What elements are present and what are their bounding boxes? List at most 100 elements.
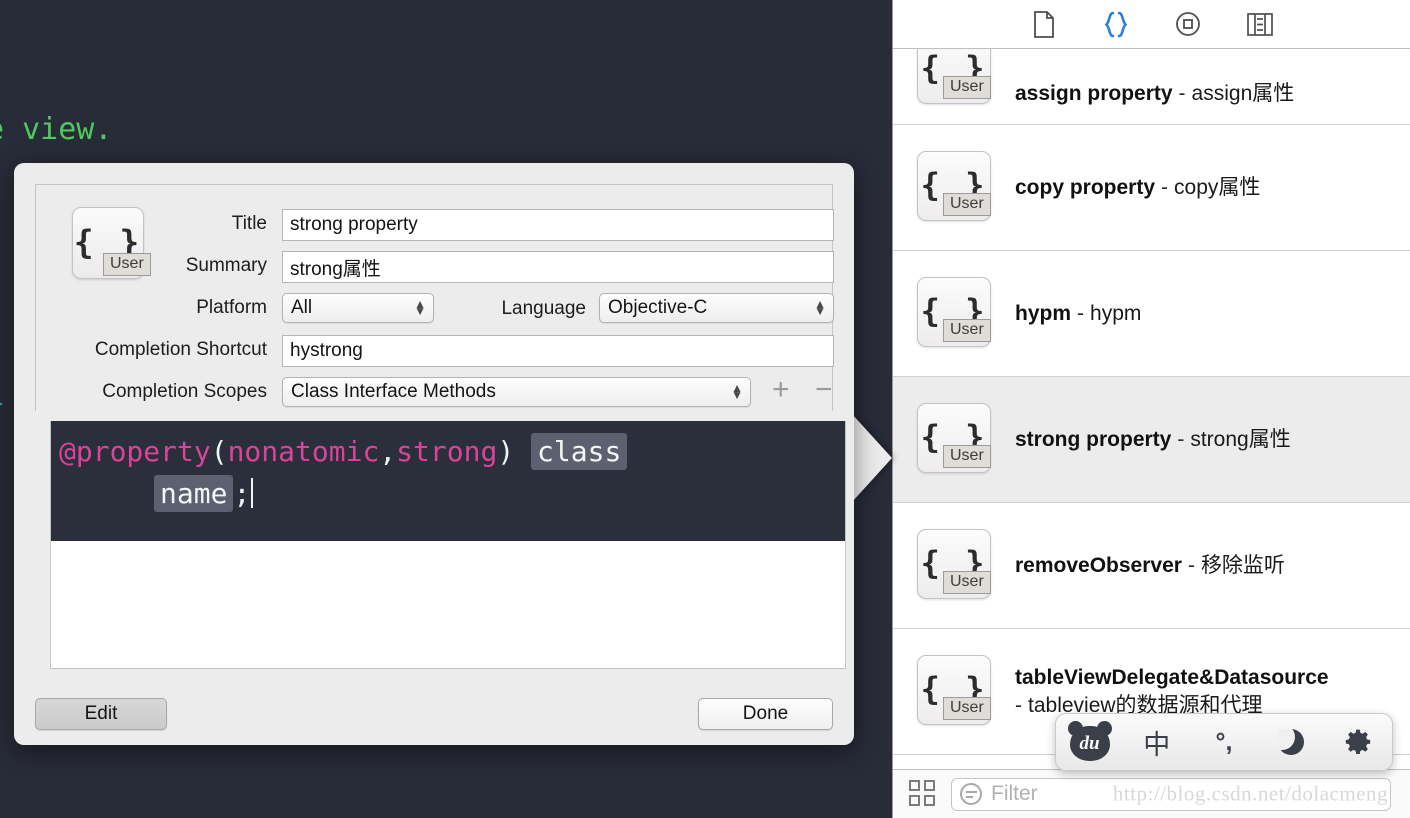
baidu-logo-icon[interactable]: du — [1056, 714, 1123, 770]
text-caret — [251, 478, 254, 508]
list-item[interactable]: { } User assign property - assign属性 — [893, 49, 1410, 125]
snippet-list[interactable]: { } User assign property - assign属性 { } Us… — [893, 49, 1410, 769]
code-line-1: @property(nonatomic,strong) class — [59, 431, 845, 473]
ime-mode-label: 中 — [1143, 729, 1171, 760]
list-item-text: hypm - hypm — [1015, 300, 1141, 328]
completion-shortcut-label: Completion Shortcut — [94, 339, 267, 360]
popover-arrow — [852, 414, 892, 502]
completion-shortcut-input[interactable]: hystrong — [282, 335, 834, 367]
list-item-text: strong property - strong属性 — [1015, 426, 1291, 454]
snippet-form-panel: { } User Title strong property Summary s… — [35, 184, 834, 411]
platform-label: Platform — [196, 297, 267, 318]
snippet-icon: { } User — [917, 49, 995, 108]
list-item-title: hypm — [1015, 301, 1072, 325]
list-item-separator: - — [1187, 553, 1195, 577]
chevron-updown-icon: ▲ ▼ — [814, 297, 826, 318]
list-item-separator: - — [1177, 427, 1185, 451]
library-toolbar — [893, 0, 1410, 49]
file-icon[interactable] — [1027, 8, 1061, 40]
list-item-desc: strong属性 — [1190, 427, 1291, 451]
ime-punctuation-label: °, — [1215, 727, 1233, 756]
storyboard-icon[interactable] — [1243, 8, 1277, 40]
list-item-text: removeObserver - 移除监听 — [1015, 552, 1285, 580]
list-item-desc: 移除监听 — [1200, 553, 1285, 577]
list-item-title: assign property — [1015, 82, 1173, 106]
list-item-separator: - — [1077, 301, 1085, 325]
editor-code-fragment-2: o — [0, 322, 2, 357]
user-badge: User — [943, 444, 991, 468]
moon-icon[interactable] — [1258, 714, 1325, 770]
editor-code-fragment-1: e view. — [0, 112, 113, 147]
language-label: Language — [501, 298, 586, 319]
user-badge: User — [943, 696, 991, 720]
filter-icon — [960, 783, 982, 805]
list-item-title: copy property — [1015, 175, 1156, 199]
remove-scope-button[interactable]: − — [815, 375, 833, 405]
snippet-code-preview[interactable]: @property(nonatomic,strong) class name; — [50, 421, 846, 541]
editor-code-fragment-3: i — [0, 378, 4, 413]
gear-icon[interactable] — [1325, 714, 1392, 770]
completion-scopes-label: Completion Scopes — [102, 381, 267, 402]
code-open-paren: ( — [210, 435, 228, 468]
snippet-icon: { } User — [917, 402, 995, 477]
library-bottom-bar: Filter http://blog.csdn.net/dolacmeng — [893, 769, 1410, 818]
snippet-icon: { } User — [917, 528, 995, 603]
list-item-text: assign property - assign属性 — [1015, 80, 1294, 108]
ime-toolbar[interactable]: du 中 °, — [1055, 713, 1393, 771]
summary-input[interactable]: strong属性 — [282, 251, 834, 283]
chevron-updown-icon: ▲ ▼ — [414, 297, 426, 318]
snippet-notes-area[interactable] — [50, 541, 846, 669]
list-item-desc: assign属性 — [1191, 82, 1295, 106]
snippet-library-panel: { } User assign property - assign属性 { } Us… — [892, 0, 1410, 818]
list-item-separator: - — [1015, 693, 1022, 717]
add-scope-button[interactable]: + — [772, 375, 790, 405]
list-item[interactable]: { } User hypm - hypm — [893, 251, 1410, 377]
ime-mode-toggle[interactable]: 中 — [1123, 714, 1190, 770]
title-label: Title — [231, 213, 267, 234]
user-badge: User — [943, 192, 991, 216]
media-icon[interactable] — [1171, 8, 1205, 40]
language-value: Objective-C — [608, 297, 708, 318]
list-item-selected[interactable]: { } User strong property - strong属性 — [893, 377, 1410, 503]
code-line-2: name; — [59, 473, 845, 515]
code-attr-strong: strong — [396, 435, 498, 468]
code-attr-nonatomic: nonatomic — [227, 435, 380, 468]
title-input[interactable]: strong property — [282, 209, 834, 241]
list-item-desc: hypm — [1090, 301, 1142, 325]
list-item-title: tableViewDelegate&Datasource — [1015, 665, 1329, 689]
snippet-icon: { } User — [917, 150, 995, 225]
code-keyword-property: @property — [59, 435, 211, 468]
snippet-icon: { } User — [917, 276, 995, 351]
list-item-text: tableViewDelegate&Datasource - tableview的数… — [1015, 664, 1329, 719]
list-item-separator: - — [1161, 175, 1169, 199]
editor-code-fragment-4: t — [0, 800, 2, 818]
code-placeholder-name[interactable]: name — [154, 475, 234, 512]
user-badge: User — [943, 76, 991, 100]
braces-icon[interactable] — [1099, 8, 1133, 40]
edit-button[interactable]: Edit — [35, 698, 167, 730]
list-item-title: removeObserver — [1015, 553, 1182, 577]
code-semicolon: ; — [233, 477, 251, 510]
code-comma: , — [379, 435, 397, 468]
chevron-updown-icon: ▲ ▼ — [731, 381, 743, 402]
language-select[interactable]: Objective-C ▲ ▼ — [599, 293, 834, 323]
code-close-paren: ) — [497, 435, 515, 468]
filter-placeholder: Filter — [991, 782, 1038, 805]
done-button[interactable]: Done — [698, 698, 833, 730]
list-item-desc: copy属性 — [1174, 175, 1261, 199]
ime-punctuation-toggle[interactable]: °, — [1190, 714, 1257, 770]
platform-value: All — [291, 297, 313, 318]
filter-input[interactable]: Filter http://blog.csdn.net/dolacmeng — [951, 777, 1391, 811]
watermark-text: http://blog.csdn.net/dolacmeng — [1112, 781, 1388, 806]
grid-view-icon[interactable] — [909, 780, 937, 808]
screen-root: e view. o i t { } User Title strong prop… — [0, 0, 1410, 818]
platform-select[interactable]: All ▲ ▼ — [282, 293, 434, 323]
code-placeholder-class[interactable]: class — [531, 433, 628, 470]
baidu-logo-text: du — [1079, 733, 1100, 754]
list-item-title: strong property — [1015, 427, 1172, 451]
list-item-text: copy property - copy属性 — [1015, 174, 1260, 202]
list-item[interactable]: { } User removeObserver - 移除监听 — [893, 503, 1410, 629]
list-item[interactable]: { } User copy property - copy属性 — [893, 125, 1410, 251]
completion-scopes-select[interactable]: Class Interface Methods ▲ ▼ — [282, 377, 751, 407]
user-badge: User — [943, 570, 991, 594]
